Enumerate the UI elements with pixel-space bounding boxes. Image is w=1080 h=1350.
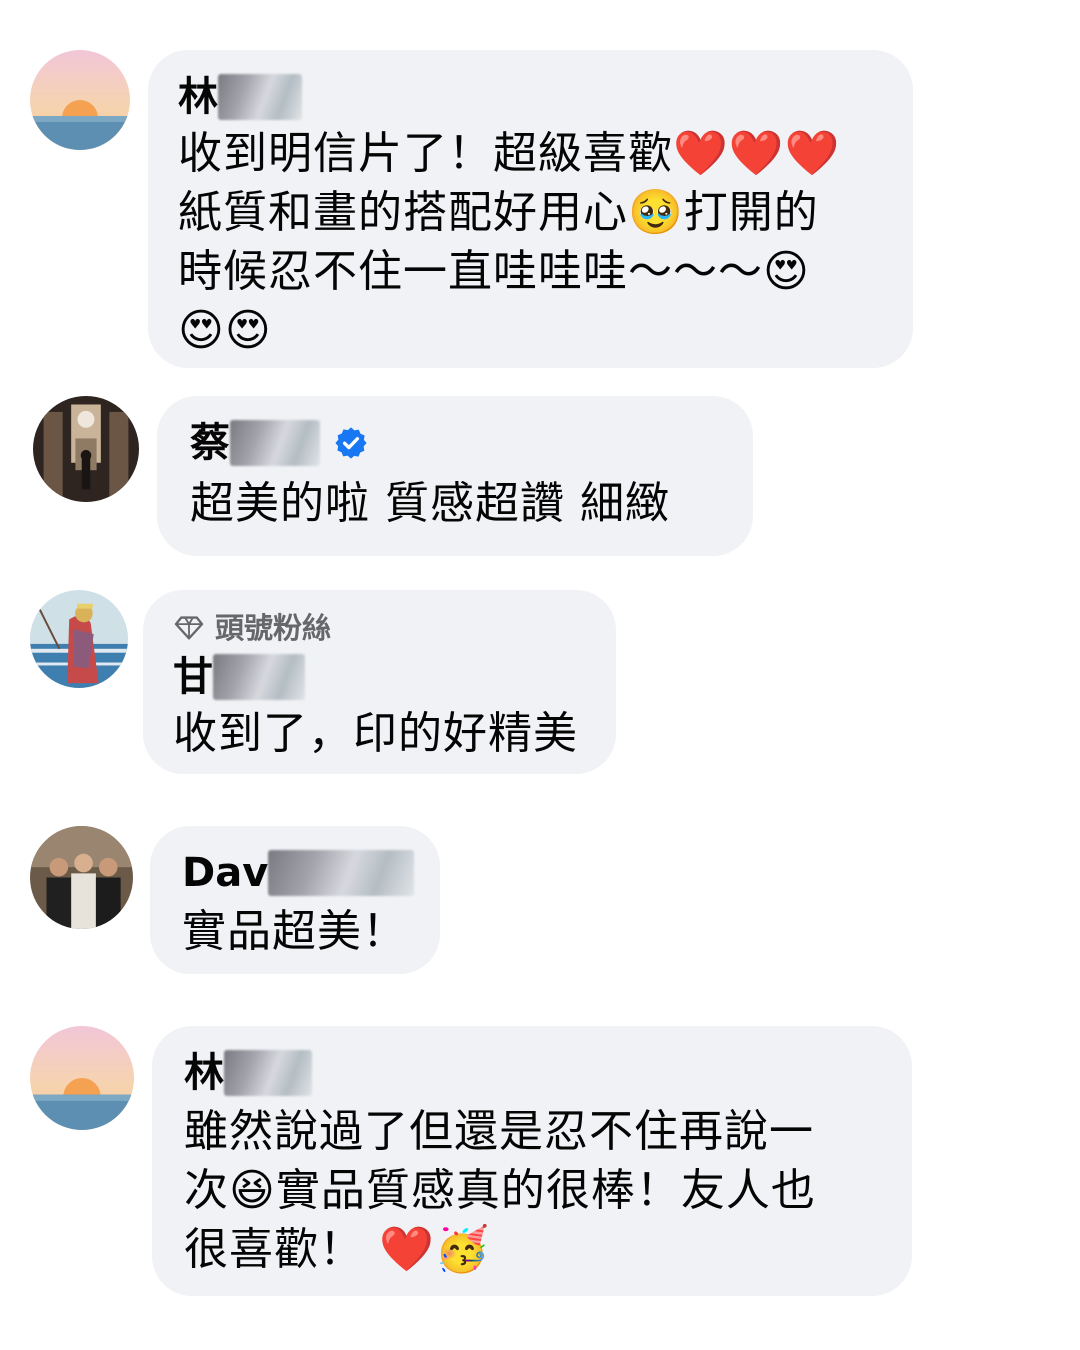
redacted-name bbox=[213, 654, 305, 700]
comment-text: 收到明信片了！超級喜歡❤️❤️❤️ 紙質和畫的搭配好用心🥹打開的 時候忍不住一直… bbox=[178, 128, 841, 356]
comment-text: 雖然說過了但還是忍不住再說一 次😆實品質感真的很棒！友人也 很喜歡！ ❤️🥳 bbox=[184, 1106, 816, 1275]
commenter-avatar[interactable] bbox=[30, 826, 133, 929]
sunset-avatar-icon bbox=[30, 50, 130, 150]
diamond-icon bbox=[174, 616, 204, 640]
comment-bubble[interactable]: 頭號粉絲 甘 收到了，印的好精美 bbox=[143, 590, 616, 774]
commenter-avatar[interactable] bbox=[33, 396, 139, 502]
painting-avatar-icon bbox=[30, 590, 128, 688]
commenter-name[interactable]: 林 bbox=[184, 1048, 912, 1098]
top-fan-badge: 頭號粉絲 bbox=[173, 610, 616, 646]
commenter-name[interactable]: 林 bbox=[178, 72, 913, 122]
commenter-name[interactable]: 甘 bbox=[173, 652, 616, 702]
commenter-avatar[interactable] bbox=[30, 1026, 134, 1130]
verified-badge-icon bbox=[335, 427, 367, 459]
commenter-name[interactable]: Dav bbox=[182, 848, 440, 898]
comment-text: 超美的啦 質感超讚 細緻 bbox=[190, 478, 670, 529]
commenter-avatar[interactable] bbox=[30, 50, 130, 150]
comment-bubble[interactable]: 蔡 超美的啦 質感超讚 細緻 bbox=[157, 396, 753, 556]
comment-bubble[interactable]: 林 收到明信片了！超級喜歡❤️❤️❤️ 紙質和畫的搭配好用心🥹打開的 時候忍不住… bbox=[148, 50, 913, 368]
sunset-avatar-icon bbox=[30, 1026, 134, 1130]
commenter-avatar[interactable] bbox=[30, 590, 128, 688]
redacted-name bbox=[218, 74, 302, 120]
commenter-name[interactable]: 蔡 bbox=[190, 418, 753, 468]
redacted-name bbox=[230, 420, 320, 466]
comment-text: 實品超美！ bbox=[182, 906, 407, 957]
cathedral-photo-avatar-icon bbox=[33, 396, 139, 502]
comment-bubble[interactable]: 林 雖然說過了但還是忍不住再說一 次😆實品質感真的很棒！友人也 很喜歡！ ❤️🥳 bbox=[152, 1026, 912, 1296]
comment-bubble[interactable]: Dav 實品超美！ bbox=[150, 826, 440, 974]
redacted-name bbox=[268, 850, 415, 896]
comment-text: 收到了，印的好精美 bbox=[173, 708, 578, 759]
group-photo-avatar-icon bbox=[30, 826, 133, 929]
redacted-name bbox=[224, 1050, 312, 1096]
